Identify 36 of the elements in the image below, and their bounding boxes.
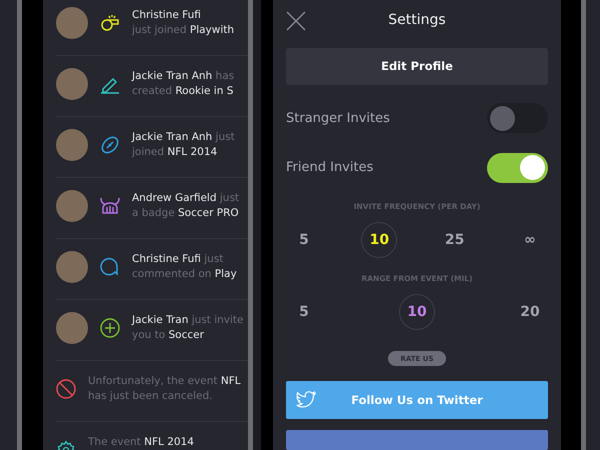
toggle-label: Stranger Invites [286, 110, 390, 126]
prohibited-icon [56, 379, 76, 399]
activity-text: commented on Play [132, 267, 237, 281]
toggle-label: Friend Invites [286, 160, 374, 176]
activity-text: Christine Fufi just [132, 252, 224, 266]
option-button[interactable]: 5 [286, 294, 322, 330]
activity-text: a badge Soccer PRO [132, 206, 240, 220]
activity-text: Unfortunately, the event NFL [88, 374, 241, 388]
whistle-icon [100, 13, 120, 33]
toggle-switch[interactable] [487, 103, 548, 134]
activity-text: The event NFL 2014 [88, 435, 194, 449]
activity-text: Andrew Garfield just [132, 191, 240, 205]
activity-text: Jackie Tran Anh just [132, 130, 235, 144]
option-button[interactable]: 10 [361, 222, 398, 258]
activity-text: has just been canceled. [88, 389, 214, 403]
activity-text: Jackie Tran Anh has [132, 69, 234, 83]
chat-bubble-icon [100, 257, 120, 277]
bird-icon [296, 390, 316, 409]
helmet-icon [100, 196, 120, 216]
close-button[interactable] [286, 11, 306, 31]
activity-text: created Rookie in S [132, 84, 234, 98]
activity-text: Jackie Tran just invite [132, 313, 244, 327]
option-button[interactable]: ∞ [512, 222, 548, 258]
option-button[interactable]: 25 [436, 222, 473, 258]
activity-text: Christine Fufi [132, 8, 202, 22]
option-button[interactable]: 5 [286, 222, 322, 258]
screen-title: Settings [388, 12, 446, 28]
plus-circle-icon [100, 318, 120, 338]
activity-text: just joined Playwith [132, 23, 234, 37]
activity-text: joined NFL 2014 [132, 145, 218, 159]
football-icon [100, 135, 120, 155]
activity-text: you to Soccer [132, 328, 205, 342]
option-button[interactable]: 20 [512, 294, 548, 330]
option-button[interactable]: 10 [399, 294, 435, 330]
toggle-switch[interactable] [487, 152, 548, 183]
edit-profile-button[interactable]: Edit Profile [286, 48, 548, 85]
